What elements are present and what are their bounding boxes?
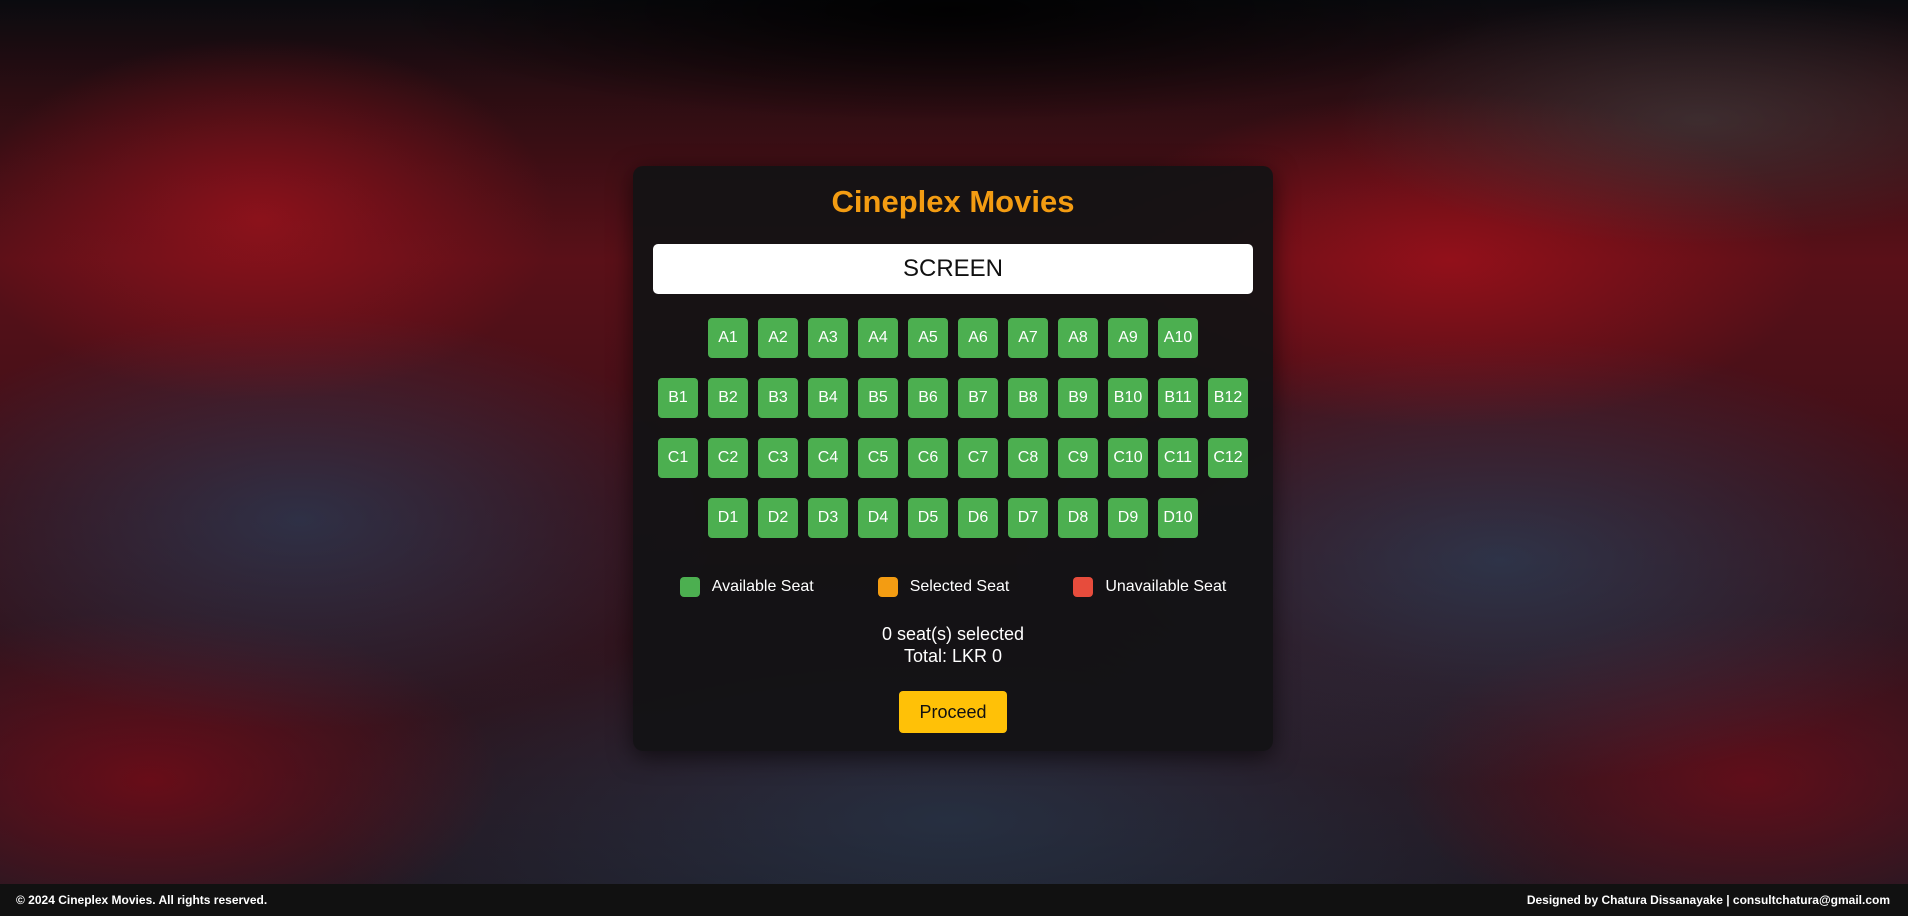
seat-d3[interactable]: D3 (808, 498, 848, 538)
seat-a2[interactable]: A2 (758, 318, 798, 358)
seat-row: D1 D2 D3 D4 D5 D6 D7 D8 D9 D10 (633, 498, 1273, 538)
seat-b4[interactable]: B4 (808, 378, 848, 418)
seat-c4[interactable]: C4 (808, 438, 848, 478)
copyright-text: © 2024 Cineplex Movies. All rights reser… (16, 893, 268, 907)
legend-label: Available Seat (711, 578, 814, 595)
seat-row: A1 A2 A3 A4 A5 A6 A7 A8 A9 A10 (633, 318, 1273, 358)
seat-c1[interactable]: C1 (658, 438, 698, 478)
seat-a5[interactable]: A5 (908, 318, 948, 358)
seat-b12[interactable]: B12 (1208, 378, 1248, 418)
seat-b3[interactable]: B3 (758, 378, 798, 418)
legend-item: Selected Seat (877, 576, 1010, 598)
seat-c7[interactable]: C7 (958, 438, 998, 478)
seat-map: A1 A2 A3 A4 A5 A6 A7 A8 A9 A10 B1 B2 B3 B4 B5 B6 B7 B8 B9 B… (633, 318, 1273, 558)
seat-b7[interactable]: B7 (958, 378, 998, 418)
legend-label: Unavailable Seat (1105, 578, 1227, 595)
seat-c8[interactable]: C8 (1008, 438, 1048, 478)
seat-a4[interactable]: A4 (858, 318, 898, 358)
seat-row: C1 C2 C3 C4 C5 C6 C7 C8 C9 C10 C11 C12 (633, 438, 1273, 478)
footer: © 2024 Cineplex Movies. All rights reser… (0, 884, 1908, 916)
seat-c12[interactable]: C12 (1208, 438, 1248, 478)
legend-label: Selected Seat (909, 578, 1010, 595)
legend-item: Unavailable Seat (1073, 576, 1226, 598)
designer-credit: Designed by Chatura Dissanayake | consul… (1526, 893, 1890, 907)
seat-d1[interactable]: D1 (708, 498, 748, 538)
seat-b11[interactable]: B11 (1158, 378, 1198, 418)
total-price: Total: LKR 0 (903, 646, 1003, 666)
seat-b10[interactable]: B10 (1108, 378, 1148, 418)
page-title: Cineplex Movies (831, 184, 1075, 219)
seat-c5[interactable]: C5 (858, 438, 898, 478)
seat-row: B1 B2 B3 B4 B5 B6 B7 B8 B9 B10 B11 B12 (633, 378, 1273, 418)
seat-b5[interactable]: B5 (858, 378, 898, 418)
seat-a9[interactable]: A9 (1108, 318, 1148, 358)
seat-d9[interactable]: D9 (1108, 498, 1148, 538)
seat-d5[interactable]: D5 (908, 498, 948, 538)
seat-a8[interactable]: A8 (1058, 318, 1098, 358)
seat-a10[interactable]: A10 (1158, 318, 1198, 358)
seat-c11[interactable]: C11 (1158, 438, 1198, 478)
screen-indicator: SCREEN (653, 244, 1253, 294)
seat-b1[interactable]: B1 (658, 378, 698, 418)
seat-b9[interactable]: B9 (1058, 378, 1098, 418)
seat-c10[interactable]: C10 (1108, 438, 1148, 478)
seat-a1[interactable]: A1 (708, 318, 748, 358)
legend-item: Available Seat (679, 576, 814, 598)
seat-c6[interactable]: C6 (908, 438, 948, 478)
legend-swatch (877, 577, 898, 597)
seat-legend: Available Seat Selected Seat Unavailable S… (633, 576, 1273, 598)
seat-b8[interactable]: B8 (1008, 378, 1048, 418)
booking-panel: Cineplex Movies SCREEN A1 A2 A3 A4 A5 A6 A7 A8 A… (633, 166, 1273, 751)
selection-summary: 0 seat(s) selected Total: LKR 0 (633, 623, 1273, 667)
seat-a6[interactable]: A6 (958, 318, 998, 358)
seat-c9[interactable]: C9 (1058, 438, 1098, 478)
seat-d2[interactable]: D2 (758, 498, 798, 538)
seat-b2[interactable]: B2 (708, 378, 748, 418)
seat-c3[interactable]: C3 (758, 438, 798, 478)
seat-d8[interactable]: D8 (1058, 498, 1098, 538)
seat-d7[interactable]: D7 (1008, 498, 1048, 538)
selected-count: 0 seat(s) selected (881, 624, 1025, 644)
proceed-button[interactable]: Proceed (899, 691, 1007, 733)
seat-c2[interactable]: C2 (708, 438, 748, 478)
seat-d10[interactable]: D10 (1158, 498, 1198, 538)
seat-b6[interactable]: B6 (908, 378, 948, 418)
seat-a3[interactable]: A3 (808, 318, 848, 358)
seat-d4[interactable]: D4 (858, 498, 898, 538)
legend-swatch (679, 577, 700, 597)
legend-swatch (1073, 577, 1094, 597)
seat-a7[interactable]: A7 (1008, 318, 1048, 358)
seat-d6[interactable]: D6 (958, 498, 998, 538)
